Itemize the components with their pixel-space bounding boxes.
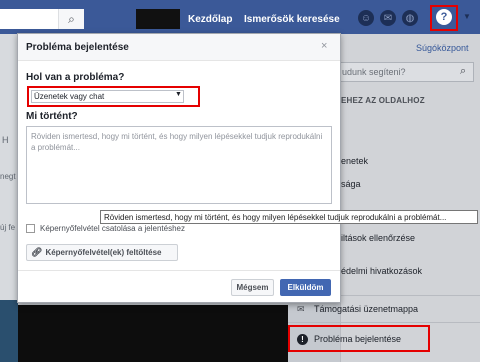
report-problem-dialog: Probléma bejelentése × Hol van a problém… (17, 33, 341, 303)
description-textarea[interactable]: Röviden ismertesd, hogy mi történt, és h… (26, 126, 332, 204)
help-item[interactable]: sága (341, 179, 361, 189)
attach-screenshot-checkbox[interactable] (26, 224, 35, 233)
search-icon: ⌕ (68, 11, 75, 26)
report-problem-link[interactable]: Probléma bejelentése (314, 334, 401, 344)
help-center-link[interactable]: Súgóközpont (416, 43, 469, 53)
help-divider (288, 322, 480, 323)
chevron-down-icon: ▼ (175, 91, 182, 98)
textarea-tooltip: Röviden ismertesd, hogy mi történt, és h… (100, 210, 478, 224)
page-dark-area (18, 305, 288, 362)
dialog-header: Probléma bejelentése × (18, 34, 340, 61)
help-search-placeholder: udunk segíteni? (342, 67, 406, 77)
dialog-title: Probléma bejelentése (26, 42, 129, 53)
help-item[interactable]: enetek (341, 156, 368, 166)
what-happened-label: Mi történt? (26, 111, 78, 122)
search-button[interactable]: ⌕ (58, 9, 84, 29)
help-section-heading: EHEZ AZ OLDALHOZ (341, 96, 425, 105)
nav-home-link[interactable]: Kezdőlap (188, 14, 232, 25)
exclamation-icon: ! (297, 334, 308, 345)
paperclip-icon: 🔗︎ (31, 247, 43, 257)
help-item[interactable]: édelmi hivatkozások (341, 266, 422, 276)
problem-area-select[interactable]: Üzenetek vagy chat (31, 90, 184, 103)
help-search-icon[interactable]: ⌕ (460, 65, 466, 78)
account-menu-chevron-icon[interactable]: ▼ (463, 12, 471, 21)
problem-location-label: Hol van a probléma? (26, 72, 125, 83)
close-icon[interactable]: × (321, 40, 327, 52)
attach-screenshot-label: Képernyőfelvétel csatolása a jelentéshez (40, 224, 185, 233)
left-fragment-h: H (2, 135, 9, 145)
avatar[interactable] (136, 9, 180, 29)
cancel-button[interactable]: Mégsem (231, 279, 274, 296)
upload-screenshot-label: Képernyőfelvétel(ek) feltöltése (45, 248, 162, 257)
upload-screenshot-button[interactable]: 🔗︎ Képernyőfelvétel(ek) feltöltése (26, 244, 178, 261)
dialog-footer-divider (18, 270, 340, 271)
left-fragment-negt: negt (0, 172, 16, 181)
friends-icon[interactable]: ☺ (358, 10, 374, 26)
send-button[interactable]: Elküldöm (280, 279, 331, 296)
help-item[interactable]: iltások ellenőrzése (341, 233, 415, 243)
globe-icon[interactable]: ◍ (402, 10, 418, 26)
left-fragment-uj: új fe (0, 223, 16, 232)
question-icon[interactable]: ? (436, 9, 452, 25)
left-cover-image (0, 300, 18, 362)
inbox-icon: ✉ (297, 304, 305, 314)
messenger-icon[interactable]: ✉ (380, 10, 396, 26)
nav-find-friends-link[interactable]: Ismerősök keresése (244, 14, 340, 25)
support-inbox-link[interactable]: Támogatási üzenetmappa (314, 304, 418, 314)
